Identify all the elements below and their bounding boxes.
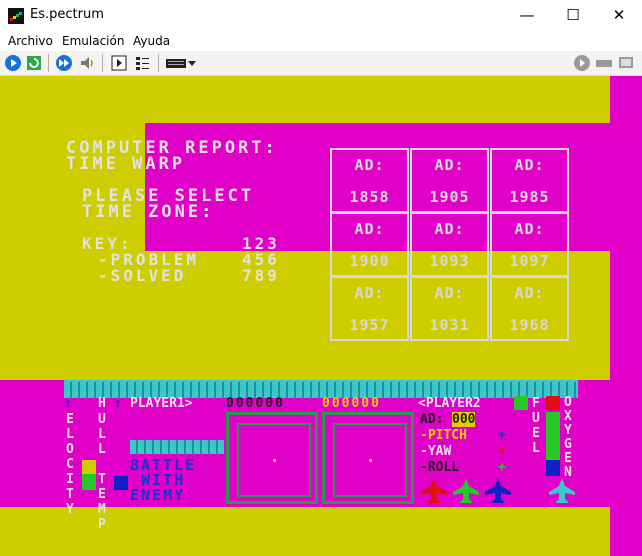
year-label: 1985	[509, 188, 550, 206]
roll-label: -ROLL	[420, 460, 460, 475]
hull-temp-label: U L L T E M P	[98, 412, 106, 532]
solved-value: 789	[242, 266, 280, 285]
radar-blip	[369, 459, 372, 462]
title-bar: Es.pectrum — ☐ ✕	[0, 0, 642, 31]
counter-1: 000000	[226, 396, 285, 411]
ad-label: AD:	[514, 156, 545, 174]
right-border-bar	[610, 76, 642, 556]
time-zone-2[interactable]: AD: 1905	[410, 148, 489, 213]
hull-letter: H	[98, 396, 106, 411]
menu-bar: Archivo Emulación Ayuda	[0, 31, 642, 51]
solved-label: -SOLVED	[98, 266, 187, 285]
counter-2: 000000	[322, 396, 381, 411]
jet-icon-blue	[485, 478, 511, 503]
time-zone-6[interactable]: AD: 1097	[490, 212, 569, 277]
year-label: 1900	[349, 252, 390, 270]
reset-icon[interactable]	[25, 54, 43, 72]
time-zone-8[interactable]: AD: 1031	[410, 276, 489, 341]
play-icon[interactable]	[110, 54, 128, 72]
year-label: 1858	[349, 188, 390, 206]
ad-label: AD:	[354, 156, 385, 174]
fuel-bar-low	[546, 460, 560, 476]
jet-icon-red	[421, 478, 447, 503]
radar-right	[322, 412, 414, 504]
emulator-screen[interactable]: COMPUTER REPORT: TIME WARP PLEASE SELECT…	[0, 76, 642, 556]
ad-label: AD:	[514, 284, 545, 302]
velocity-label: E L O C I T Y	[66, 412, 74, 517]
toolbar	[0, 51, 642, 76]
time-zone-9[interactable]: AD: 1968	[490, 276, 569, 341]
time-zone-1[interactable]: AD: 1858	[330, 148, 409, 213]
menu-archivo[interactable]: Archivo	[8, 34, 53, 48]
jet-icon-cyan	[549, 478, 575, 503]
score-prefix: AD:	[420, 412, 444, 427]
player1-label: PLAYER1>	[130, 396, 193, 411]
message-box-top	[130, 440, 224, 454]
jet-icon-green	[453, 478, 479, 503]
radar-blip	[273, 459, 276, 462]
tape-icon[interactable]	[595, 54, 613, 72]
ad-label: AD:	[514, 220, 545, 238]
message-text: BATTLE WITH ENEMY	[130, 456, 197, 504]
status-block-red	[546, 396, 560, 410]
pitch-label: -PITCH	[420, 428, 467, 443]
ad-label: AD:	[354, 284, 385, 302]
ad-label: AD:	[434, 220, 465, 238]
year-label: 1093	[429, 252, 470, 270]
sound-icon[interactable]	[78, 54, 96, 72]
time-zone-3[interactable]: AD: 1985	[490, 148, 569, 213]
year-label: 1031	[429, 316, 470, 334]
hull-temp-bar	[114, 476, 128, 490]
screen-icon[interactable]	[617, 54, 635, 72]
velocity-bar-green	[82, 474, 96, 490]
score-value: 000	[452, 412, 476, 427]
settings-icon[interactable]	[133, 54, 151, 72]
report-subtitle: TIME WARP	[66, 154, 186, 174]
fuel-label: F U E L	[532, 396, 540, 456]
year-label: 1968	[509, 316, 550, 334]
maximize-button[interactable]: ☐	[550, 0, 596, 31]
ad-label: AD:	[434, 284, 465, 302]
year-label: 1957	[349, 316, 390, 334]
fuel-bar	[546, 412, 560, 460]
radar-left	[226, 412, 318, 504]
menu-emulacion[interactable]: Emulación	[62, 34, 124, 48]
chevron-down-icon[interactable]	[187, 54, 197, 72]
year-label: 1905	[429, 188, 470, 206]
time-zone-5[interactable]: AD: 1093	[410, 212, 489, 277]
ad-label: AD:	[434, 156, 465, 174]
time-zone-7[interactable]: AD: 1957	[330, 276, 409, 341]
year-label: 1097	[509, 252, 550, 270]
select-line-2: TIME ZONE:	[82, 202, 215, 222]
window-title: Es.pectrum	[30, 7, 104, 22]
ad-label: AD:	[354, 220, 385, 238]
keyboard-icon[interactable]	[165, 54, 187, 72]
open-icon[interactable]	[4, 54, 22, 72]
time-zone-4[interactable]: AD: 1900	[330, 212, 409, 277]
status-block-green	[514, 396, 528, 410]
oxygen-label: O X Y G E N	[564, 395, 572, 480]
record-icon[interactable]	[573, 54, 591, 72]
fast-forward-icon[interactable]	[55, 54, 73, 72]
player2-label: <PLAYER2	[418, 396, 481, 411]
close-button[interactable]: ✕	[596, 0, 642, 31]
velocity-bar-yellow	[82, 460, 96, 474]
yaw-label: -YAW	[420, 444, 452, 459]
menu-ayuda[interactable]: Ayuda	[133, 34, 170, 48]
app-icon	[8, 8, 24, 24]
minimize-button[interactable]: —	[504, 0, 550, 31]
